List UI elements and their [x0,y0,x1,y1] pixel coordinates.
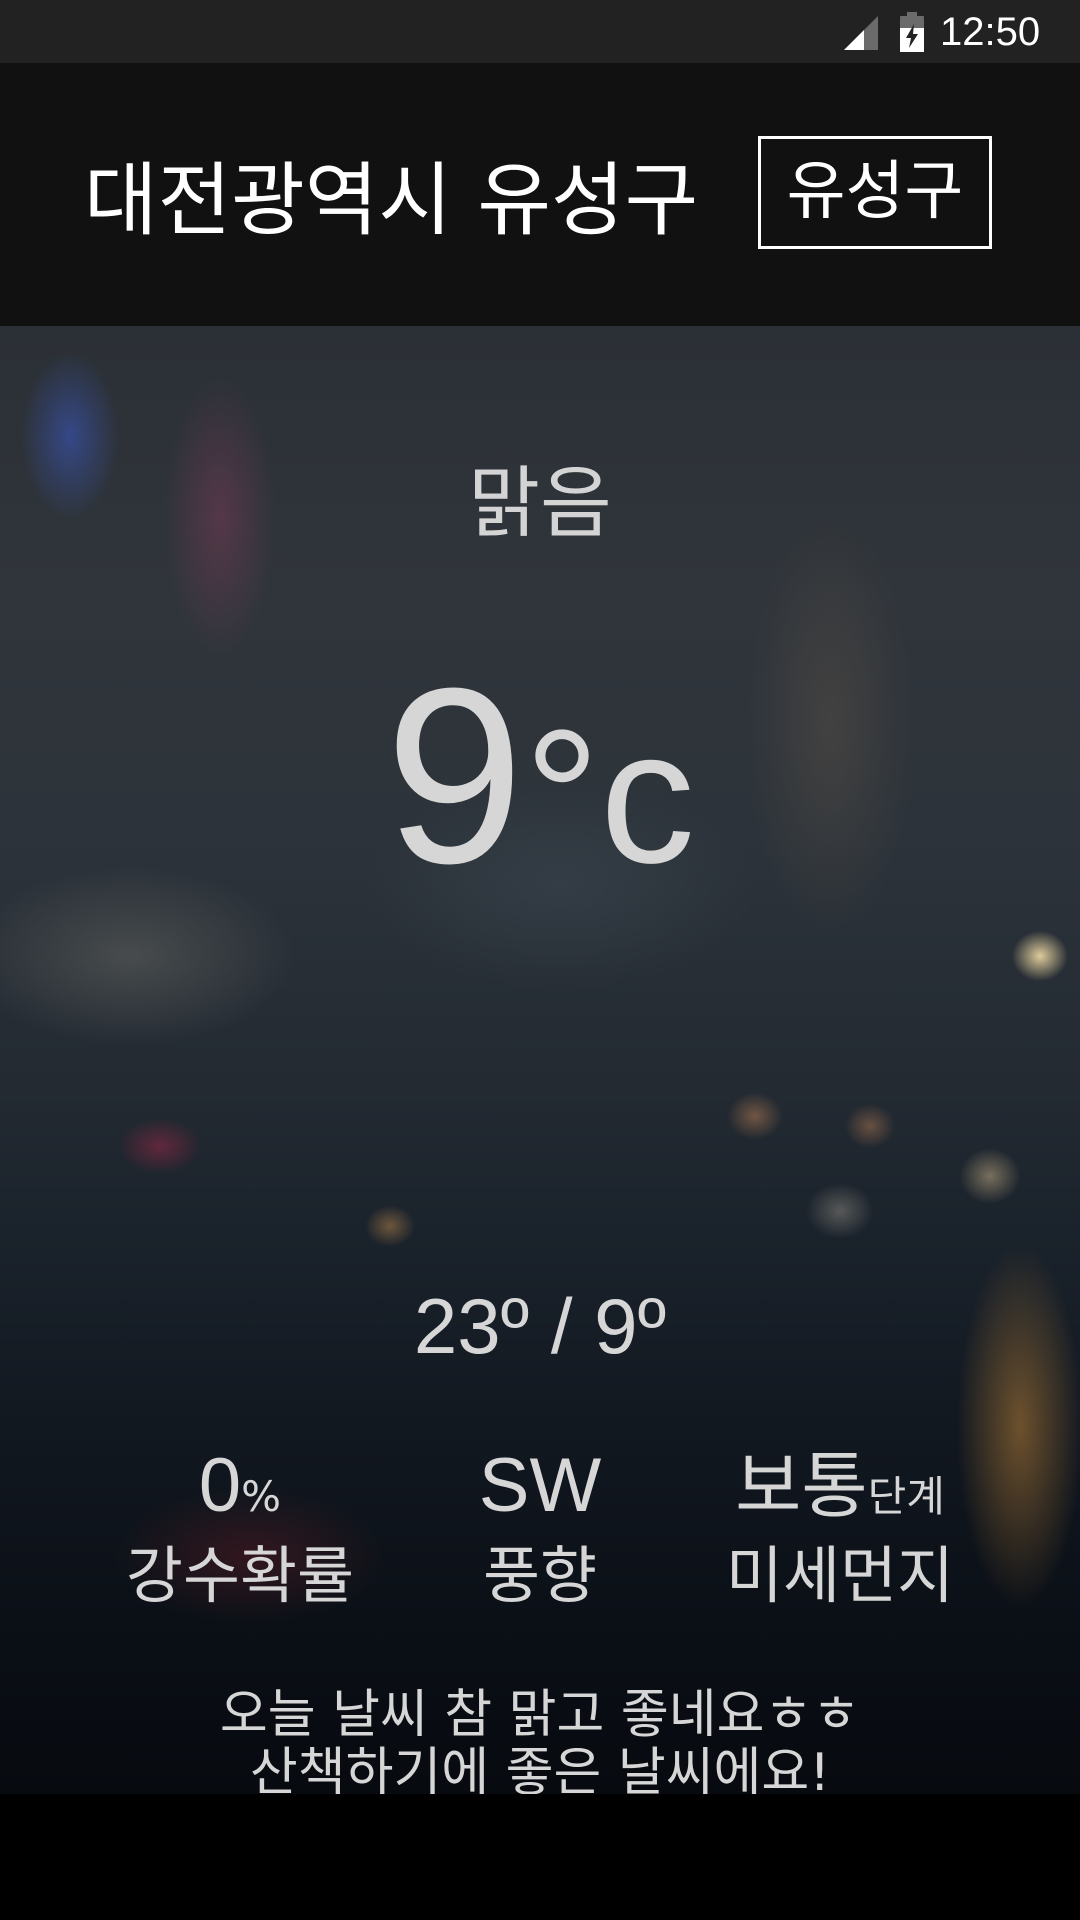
wind-value: SW [478,1443,602,1528]
weather-condition: 맑음 [468,459,612,549]
district-select-button[interactable]: 유성구 [758,136,992,249]
precipitation-stat: 0% 강수확률 [100,1436,380,1616]
precipitation-unit: % [241,1472,282,1521]
temperature-unit: °c [524,691,696,903]
fine-dust-unit: 단계 [867,1472,945,1521]
signal-icon [844,16,878,50]
bottom-bar [0,1794,1080,1920]
fine-dust-stat: 보통단계 미세먼지 [700,1436,980,1616]
weather-message-line1: 오늘 날씨 참 맑고 좋네요ㅎㅎ [219,1685,861,1745]
weather-screen: 12:50 대전광역시 유성구 유성구 맑음 9°c 23º / 9º 0% 강… [0,0,1080,1920]
weather-message-line2: 산책하기에 좋은 날씨에요! [249,1743,831,1794]
high-low-temperature: 23º / 9º [413,1282,667,1370]
fine-dust-label: 미세먼지 [725,1539,955,1612]
wind-stat: SW 풍향 [420,1436,660,1616]
fine-dust-value-row: 보통단계 [700,1436,980,1536]
status-bar: 12:50 [0,0,1080,63]
weather-message: 오늘 날씨 참 맑고 좋네요ㅎㅎ 산책하기에 좋은 날씨에요! [0,1686,1080,1794]
location-title: 대전광역시 유성구 [84,154,699,247]
weather-panel: 맑음 9°c 23º / 9º 0% 강수확률 SW 풍향 보통단계 미세먼지 … [0,326,1080,1794]
precipitation-value: 0 [198,1443,242,1528]
wind-label: 풍향 [482,1539,598,1612]
battery-charging-icon [900,12,924,52]
temperature-value: 9 [384,636,525,915]
header: 대전광역시 유성구 유성구 [0,63,1080,326]
precipitation-label: 강수확률 [125,1539,355,1612]
current-temperature: 9°c [0,651,1080,967]
precipitation-value-row: 0% [100,1436,380,1536]
fine-dust-value: 보통 [735,1444,868,1528]
wind-value-row: SW [420,1436,660,1536]
status-time: 12:50 [940,10,1041,54]
